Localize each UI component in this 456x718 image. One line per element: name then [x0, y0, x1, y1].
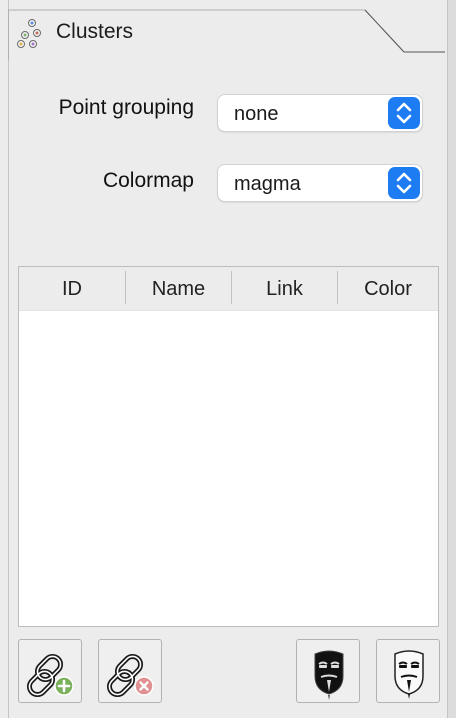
- anonymize-light-button[interactable]: [376, 639, 440, 703]
- point-grouping-label: Point grouping: [58, 96, 194, 119]
- clusters-panel: Clusters Point grouping none Colormap ma…: [0, 0, 456, 718]
- link-add-icon: [26, 653, 74, 698]
- anonymize-dark-button[interactable]: [296, 639, 360, 703]
- panel-title[interactable]: Clusters: [56, 20, 133, 44]
- clusters-icon: [16, 17, 42, 49]
- link-remove-icon: [106, 653, 154, 698]
- remove-link-button[interactable]: [98, 639, 162, 703]
- point-grouping-value: none: [234, 103, 279, 125]
- colormap-label: Colormap: [102, 169, 194, 192]
- panel-gutter: [448, 0, 456, 718]
- column-header-link[interactable]: Link: [232, 267, 337, 311]
- add-link-button[interactable]: [18, 639, 82, 703]
- clusters-table[interactable]: ID Name Link Color: [18, 266, 439, 627]
- mask-white-icon: [394, 650, 424, 699]
- column-header-id[interactable]: ID: [19, 267, 125, 311]
- column-header-name[interactable]: Name: [126, 267, 231, 311]
- point-grouping-select[interactable]: none: [217, 94, 423, 132]
- colormap-value: magma: [234, 173, 301, 195]
- table-body[interactable]: [19, 311, 438, 626]
- table-header: ID Name Link Color: [19, 267, 438, 311]
- colormap-select[interactable]: magma: [217, 164, 423, 202]
- column-header-color[interactable]: Color: [338, 267, 438, 311]
- updown-chevron-icon: [388, 97, 420, 129]
- updown-chevron-icon: [388, 167, 420, 199]
- mask-black-icon: [314, 650, 344, 700]
